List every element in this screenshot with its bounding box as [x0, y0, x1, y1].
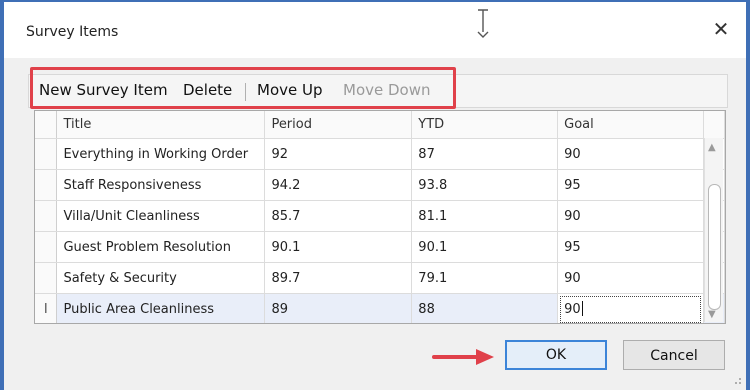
resize-grip-icon[interactable] — [732, 374, 742, 384]
row-header-corner — [35, 111, 58, 139]
text-cursor-icon — [476, 8, 490, 42]
column-header-title[interactable]: Title — [56, 111, 266, 139]
period-cell[interactable]: 92 — [264, 138, 413, 170]
toolbar-highlight-box — [30, 67, 456, 109]
title-cell[interactable]: Safety & Security — [56, 262, 266, 294]
row-selector[interactable] — [35, 138, 58, 170]
red-arrow-icon — [432, 347, 496, 371]
ytd-cell[interactable]: 88 — [411, 293, 559, 323]
column-header-goal[interactable]: Goal — [557, 111, 704, 139]
title-cell[interactable]: Public Area Cleanliness — [56, 293, 266, 323]
ytd-cell[interactable]: 93.8 — [411, 169, 559, 201]
row-selector[interactable] — [35, 262, 58, 294]
goal-cell-editing[interactable]: 90 — [557, 293, 704, 323]
scroll-up-icon[interactable]: ▲ — [708, 142, 716, 153]
goal-cell[interactable]: 90 — [557, 138, 704, 170]
table-row[interactable]: Safety & Security 89.7 79.1 90 — [35, 262, 725, 294]
period-cell[interactable]: 90.1 — [264, 231, 413, 263]
row-selector-edit-marker[interactable]: I — [35, 293, 58, 323]
title-cell[interactable]: Everything in Working Order — [56, 138, 266, 170]
column-header-period[interactable]: Period — [264, 111, 413, 139]
ytd-cell[interactable]: 87 — [411, 138, 559, 170]
window-frame-right — [746, 0, 750, 390]
survey-items-table: Title Period YTD Goal Everything in Work… — [35, 111, 725, 323]
row-selector[interactable] — [35, 200, 58, 232]
table-row[interactable]: Staff Responsiveness 94.2 93.8 95 — [35, 169, 725, 201]
vertical-scrollbar[interactable]: ▲ ▼ — [704, 138, 723, 322]
window-title: Survey Items — [26, 24, 119, 40]
row-selector[interactable] — [35, 169, 58, 201]
title-bar: Survey Items ✕ — [4, 2, 746, 58]
table-row[interactable]: Guest Problem Resolution 90.1 90.1 95 — [35, 231, 725, 263]
goal-cell[interactable]: 95 — [557, 231, 704, 263]
period-cell[interactable]: 94.2 — [264, 169, 413, 201]
window-frame-left — [0, 0, 4, 390]
period-cell[interactable]: 85.7 — [264, 200, 413, 232]
ytd-cell[interactable]: 79.1 — [411, 262, 559, 294]
scrollbar-thumb[interactable] — [708, 184, 721, 310]
survey-items-grid: Title Period YTD Goal Everything in Work… — [34, 110, 726, 324]
cancel-button[interactable]: Cancel — [623, 340, 725, 370]
text-caret — [581, 301, 583, 316]
title-cell[interactable]: Staff Responsiveness — [56, 169, 266, 201]
goal-edit-value[interactable]: 90 — [564, 302, 581, 317]
ytd-cell[interactable]: 81.1 — [411, 200, 559, 232]
header-filler — [703, 111, 725, 139]
scroll-down-icon[interactable]: ▼ — [708, 309, 716, 320]
goal-cell[interactable]: 90 — [557, 262, 704, 294]
ok-button[interactable]: OK — [505, 340, 607, 370]
column-header-ytd[interactable]: YTD — [411, 111, 559, 139]
header-row: Title Period YTD Goal — [35, 111, 725, 139]
table-row[interactable]: Everything in Working Order 92 87 90 — [35, 138, 725, 170]
table-row[interactable]: Villa/Unit Cleanliness 85.7 81.1 90 — [35, 200, 725, 232]
row-selector[interactable] — [35, 231, 58, 263]
title-cell[interactable]: Villa/Unit Cleanliness — [56, 200, 266, 232]
close-icon[interactable]: ✕ — [710, 18, 732, 40]
period-cell[interactable]: 89 — [264, 293, 413, 323]
goal-cell[interactable]: 90 — [557, 200, 704, 232]
goal-cell[interactable]: 95 — [557, 169, 704, 201]
table-row-selected[interactable]: I Public Area Cleanliness 89 88 90 — [35, 293, 725, 323]
ytd-cell[interactable]: 90.1 — [411, 231, 559, 263]
period-cell[interactable]: 89.7 — [264, 262, 413, 294]
title-cell[interactable]: Guest Problem Resolution — [56, 231, 266, 263]
